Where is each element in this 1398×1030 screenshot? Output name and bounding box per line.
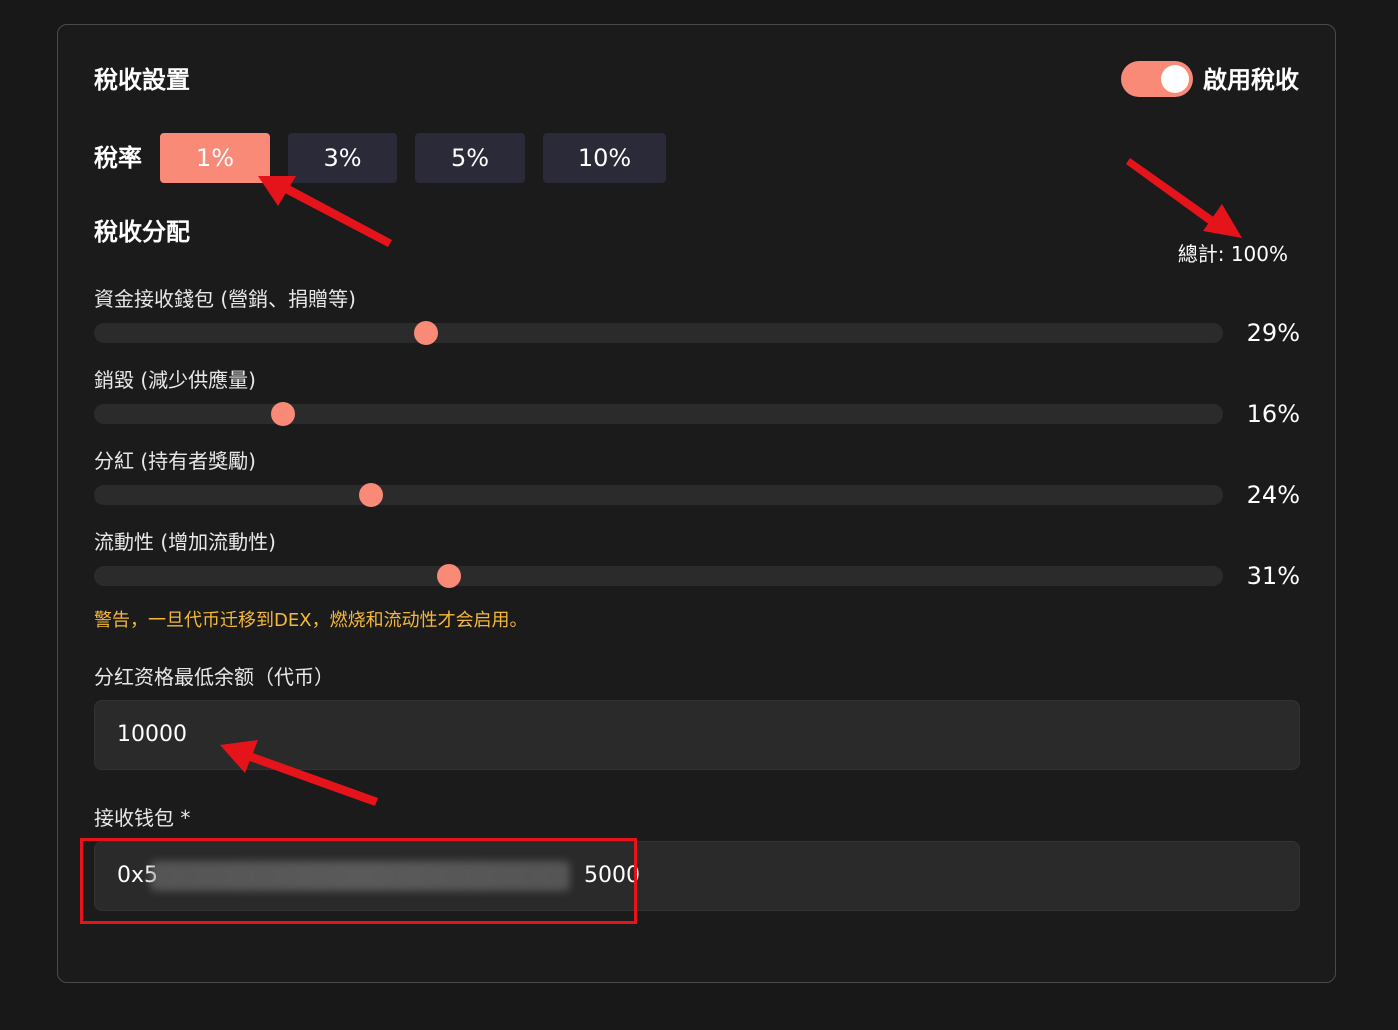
wallet-label: 接收钱包 * [94,806,191,830]
pct-burn: 16% [1246,400,1300,428]
redaction-blur [150,861,570,891]
pct-fund-wallet: 29% [1246,319,1300,347]
wallet-suffix: 5000 [584,863,641,888]
alloc-label-dividend: 分紅 (持有者獎勵) [94,449,256,473]
enable-tax-label: 啟用稅收 [1203,66,1299,94]
min-balance-input[interactable]: 10000 [94,700,1300,770]
tax-rate-label: 稅率 [94,144,142,172]
pct-dividend: 24% [1246,481,1300,509]
slider-thumb[interactable] [414,321,439,345]
slider-dividend[interactable] [94,483,1223,507]
enable-tax-toggle[interactable] [1121,61,1193,97]
distribution-title: 稅收分配 [94,218,190,246]
tax-settings-title: 稅收設置 [94,66,190,94]
rate-button-3[interactable]: 3% [288,133,397,183]
slider-liquidity[interactable] [94,564,1223,588]
alloc-label-liquidity: 流動性 (增加流動性) [94,530,276,554]
rate-button-1[interactable]: 1% [160,133,270,183]
slider-burn[interactable] [94,402,1223,426]
rate-button-10[interactable]: 10% [543,133,666,183]
tax-settings-page: 稅收設置 啟用稅收 稅率 1% 3% 5% 10% 稅收分配 總計: 100% … [0,0,1398,1030]
rate-button-5[interactable]: 5% [415,133,525,183]
min-balance-label: 分红资格最低余额（代币） [94,665,334,689]
slider-thumb[interactable] [436,564,461,588]
warning-text: 警告，一旦代币迁移到DEX，燃烧和流动性才会启用。 [94,610,528,631]
slider-thumb[interactable] [359,483,384,507]
pct-liquidity: 31% [1246,562,1300,590]
slider-thumb[interactable] [270,402,295,426]
distribution-total: 總計: 100% [1177,242,1288,266]
slider-fund-wallet[interactable] [94,321,1223,345]
alloc-label-fund-wallet: 資金接收錢包 (營銷、捐贈等) [94,287,356,311]
alloc-label-burn: 銷毀 (減少供應量) [94,368,256,392]
toggle-knob [1161,65,1189,93]
